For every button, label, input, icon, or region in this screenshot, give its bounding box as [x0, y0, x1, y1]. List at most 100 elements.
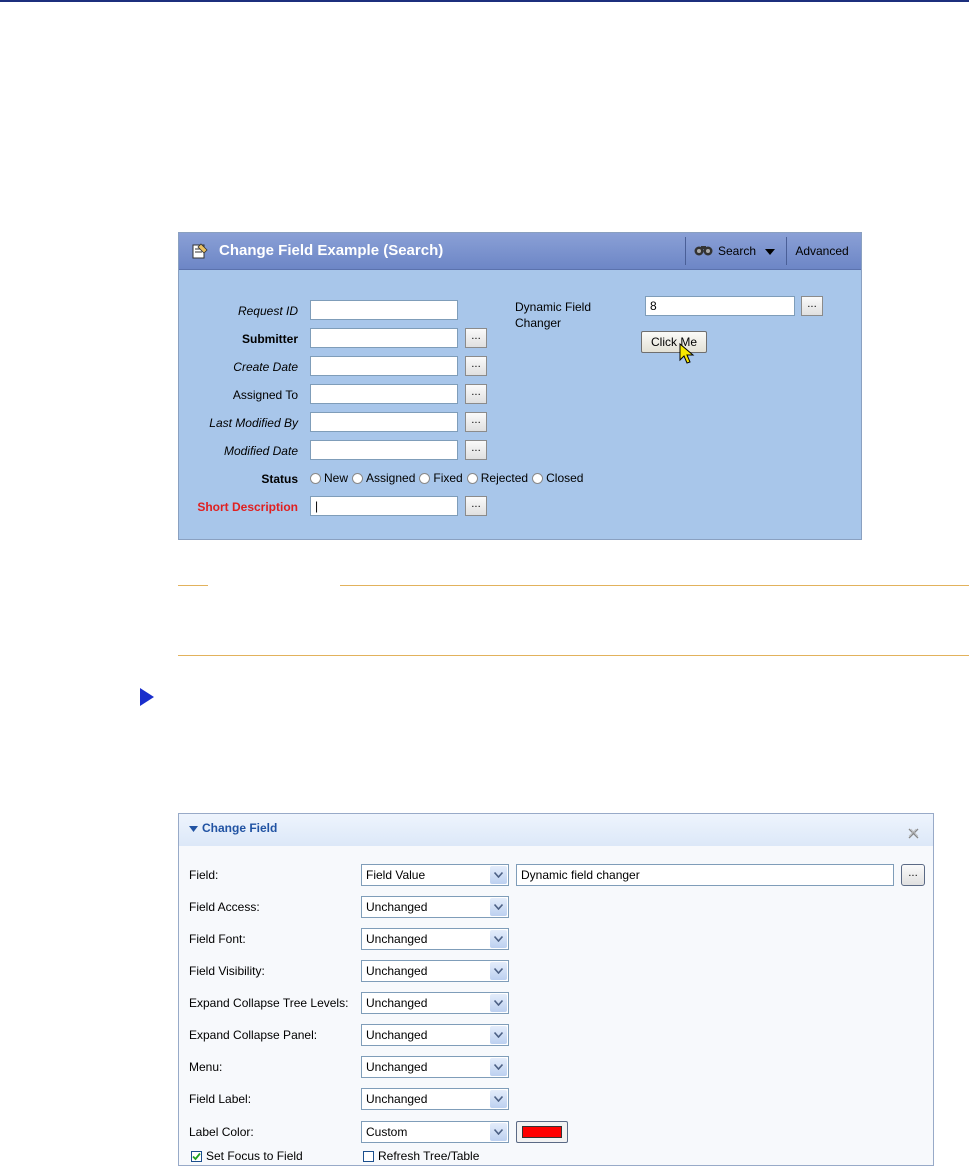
- set-focus-label: Set Focus to Field: [206, 1149, 303, 1163]
- expand-collapse-panel-select-value: Unchanged: [366, 1028, 428, 1042]
- search-form: Change Field Example (Search) Search Adv…: [178, 232, 862, 540]
- label-color-picker-button[interactable]: [516, 1121, 568, 1143]
- chevron-down-icon[interactable]: [490, 1123, 507, 1141]
- request-id-label: Request ID: [237, 304, 298, 318]
- field-label-select[interactable]: Unchanged: [361, 1088, 509, 1110]
- radio-label: Closed: [546, 471, 584, 485]
- field-visibility-label: Field Visibility:: [189, 964, 265, 978]
- radio-icon[interactable]: [419, 472, 431, 484]
- chevron-down-icon[interactable]: [490, 1090, 507, 1108]
- binoculars-icon: [693, 243, 715, 260]
- request-id-input[interactable]: [310, 300, 458, 320]
- assigned-to-ellipsis-button[interactable]: ...: [465, 384, 487, 404]
- field-access-label: Field Access:: [189, 900, 260, 914]
- dynamic-field-changer-input[interactable]: 8: [645, 296, 795, 316]
- checkbox-icon[interactable]: [363, 1150, 374, 1162]
- assigned-to-input[interactable]: [310, 384, 458, 404]
- status-radio-group: New Assigned Fixed Rejected Closed: [310, 471, 587, 485]
- chevron-down-icon[interactable]: [490, 1058, 507, 1076]
- panel-title-toggle[interactable]: Change Field: [189, 821, 277, 835]
- chevron-down-icon[interactable]: [490, 994, 507, 1012]
- label-color-select-value: Custom: [366, 1125, 408, 1139]
- set-focus-checkbox-row[interactable]: Set Focus to Field: [191, 1149, 303, 1163]
- radio-icon[interactable]: [532, 472, 544, 484]
- radio-icon[interactable]: [310, 472, 321, 484]
- menu-select-value: Unchanged: [366, 1060, 428, 1074]
- status-radio-rejected[interactable]: Rejected: [466, 471, 528, 485]
- chevron-down-icon[interactable]: [765, 244, 776, 258]
- change-field-panel: Change Field Field: Field Value Dynamic …: [178, 813, 934, 1166]
- expand-collapse-panel-label: Expand Collapse Panel:: [189, 1028, 318, 1042]
- top-rule: [0, 0, 969, 2]
- status-label: Status: [261, 472, 298, 486]
- status-radio-closed[interactable]: Closed: [532, 471, 583, 485]
- status-radio-assigned[interactable]: Assigned: [352, 471, 415, 485]
- last-modified-by-label: Last Modified By: [209, 416, 298, 430]
- menu-select[interactable]: Unchanged: [361, 1056, 509, 1078]
- radio-label: New: [324, 471, 349, 485]
- advanced-button[interactable]: Advanced: [789, 237, 855, 265]
- create-date-input[interactable]: [310, 356, 458, 376]
- status-radio-new[interactable]: New: [310, 471, 348, 485]
- cursor-arrow-icon: [679, 342, 695, 369]
- field-visibility-select-value: Unchanged: [366, 964, 428, 978]
- modified-date-ellipsis-button[interactable]: ...: [465, 440, 487, 460]
- header-separator: [786, 237, 787, 265]
- radio-icon[interactable]: [466, 472, 478, 484]
- label-color-select[interactable]: Custom: [361, 1121, 509, 1143]
- last-modified-by-input[interactable]: [310, 412, 458, 432]
- field-access-select-value: Unchanged: [366, 900, 428, 914]
- field-value-input[interactable]: Dynamic field changer: [516, 864, 894, 886]
- chevron-down-icon[interactable]: [490, 930, 507, 948]
- expand-collapse-panel-select[interactable]: Unchanged: [361, 1024, 509, 1046]
- field-label: Field:: [189, 868, 219, 882]
- field-font-label: Field Font:: [189, 932, 246, 946]
- modified-date-label: Modified Date: [223, 444, 298, 458]
- chevron-down-icon[interactable]: [490, 962, 507, 980]
- chevron-down-icon[interactable]: [490, 898, 507, 916]
- label-color-label: Label Color:: [189, 1125, 254, 1139]
- search-button[interactable]: Search: [689, 237, 785, 265]
- panel-title: Change Field: [202, 821, 278, 835]
- assigned-to-label: Assigned To: [232, 388, 298, 402]
- last-modified-by-ellipsis-button[interactable]: ...: [465, 412, 487, 432]
- field-visibility-select[interactable]: Unchanged: [361, 960, 509, 982]
- field-ellipsis-button[interactable]: ...: [901, 864, 925, 886]
- collapse-triangle-icon[interactable]: [189, 821, 198, 835]
- field-access-select[interactable]: Unchanged: [361, 896, 509, 918]
- close-icon[interactable]: [908, 824, 919, 843]
- refresh-tree-table-checkbox-row[interactable]: Refresh Tree/Table: [363, 1149, 479, 1163]
- status-radio-fixed[interactable]: Fixed: [419, 471, 463, 485]
- form-title: Change Field Example (Search): [219, 242, 444, 259]
- modified-date-input[interactable]: [310, 440, 458, 460]
- checkbox-checked-icon[interactable]: [191, 1150, 202, 1162]
- expand-collapse-tree-levels-select[interactable]: Unchanged: [361, 992, 509, 1014]
- short-description-ellipsis-button[interactable]: ...: [465, 496, 487, 516]
- field-font-select[interactable]: Unchanged: [361, 928, 509, 950]
- label-color-swatch: [522, 1126, 562, 1138]
- search-label: Search: [718, 244, 757, 258]
- expand-collapse-tree-levels-select-value: Unchanged: [366, 996, 428, 1010]
- field-select-value: Field Value: [366, 868, 426, 882]
- field-select[interactable]: Field Value: [361, 864, 509, 886]
- submitter-label: Submitter: [241, 332, 298, 346]
- create-date-label: Create Date: [233, 360, 298, 374]
- short-description-input[interactable]: |: [310, 496, 458, 516]
- chevron-down-icon[interactable]: [490, 866, 507, 884]
- field-label-select-value: Unchanged: [366, 1092, 428, 1106]
- submitter-input[interactable]: [310, 328, 458, 348]
- chevron-down-icon[interactable]: [490, 1026, 507, 1044]
- create-date-ellipsis-button[interactable]: ...: [465, 356, 487, 376]
- form-icon: [191, 242, 209, 264]
- panel-body: Field: Field Value Dynamic field changer…: [179, 846, 933, 1165]
- submitter-ellipsis-button[interactable]: ...: [465, 328, 487, 348]
- field-label-label: Field Label:: [189, 1092, 252, 1106]
- click-me-button[interactable]: Click Me: [641, 331, 707, 353]
- expand-collapse-tree-levels-label: Expand Collapse Tree Levels:: [189, 996, 349, 1010]
- radio-icon[interactable]: [352, 472, 364, 484]
- header-separator: [685, 237, 686, 265]
- dynamic-field-ellipsis-button[interactable]: ...: [801, 296, 823, 316]
- refresh-tree-table-label: Refresh Tree/Table: [378, 1149, 480, 1163]
- radio-label: Fixed: [433, 471, 463, 485]
- dynamic-field-changer-label: Dynamic Field Changer: [515, 300, 592, 330]
